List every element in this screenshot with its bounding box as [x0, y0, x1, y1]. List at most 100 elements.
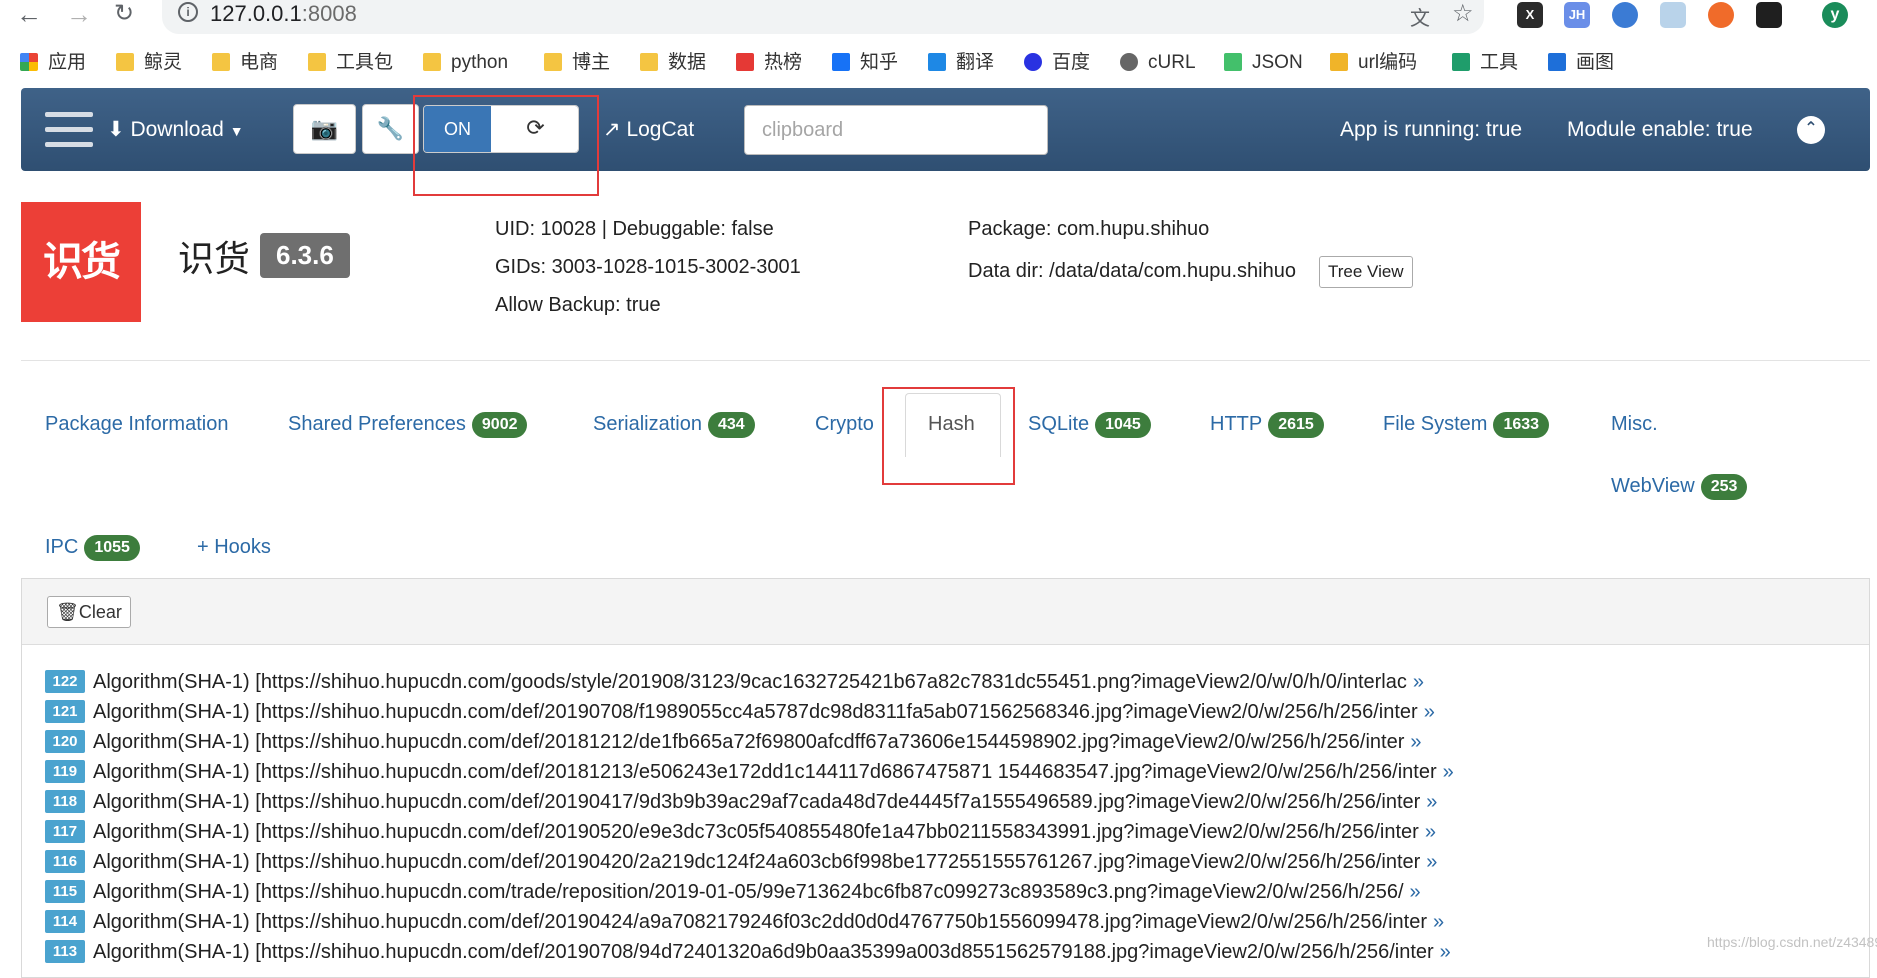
expand-link[interactable]: » — [1426, 851, 1437, 873]
browser-toolbar: ← → ↻ i 127.0.0.1:8008 文 ☆ X JH y — [0, 0, 1877, 34]
camera-icon: 📷 — [310, 116, 339, 141]
bookmark-gongjubao[interactable]: 工具包 — [308, 50, 393, 76]
count-badge: 9002 — [471, 412, 528, 438]
profile-avatar[interactable]: y — [1822, 2, 1848, 28]
log-index-badge: 120 — [45, 730, 85, 753]
annotation-box-toggle — [413, 95, 599, 196]
expand-link[interactable]: » — [1413, 671, 1424, 693]
bookmark-gongju[interactable]: 工具 — [1452, 50, 1518, 76]
lifebuoy-extension-icon[interactable] — [1708, 2, 1734, 28]
bookmark-jingling[interactable]: 鲸灵 — [116, 50, 182, 76]
json-icon — [1224, 53, 1242, 71]
bookmark-shuju[interactable]: 数据 — [640, 50, 706, 76]
folder-icon — [423, 53, 441, 71]
translate-icon[interactable]: 文 — [1410, 2, 1430, 31]
x-extension-icon[interactable]: X — [1517, 2, 1543, 28]
bookmark-python[interactable]: python — [423, 50, 508, 76]
expand-link[interactable]: » — [1440, 941, 1451, 963]
clear-button[interactable]: 🗑Clear — [47, 596, 131, 628]
app-logo: 识货 — [21, 202, 141, 322]
tool-icon — [1452, 53, 1470, 71]
folder-icon — [308, 53, 326, 71]
app-version-badge: 6.3.6 — [260, 233, 350, 278]
expand-link[interactable]: » — [1425, 821, 1436, 843]
tab-crypto[interactable]: Crypto — [815, 411, 874, 437]
app-running-status: App is running: true — [1340, 118, 1523, 141]
log-index-badge: 115 — [45, 880, 85, 903]
log-index-badge: 121 — [45, 700, 85, 723]
hamburger-menu-icon[interactable] — [45, 112, 93, 148]
address-bar[interactable]: i 127.0.0.1:8008 文 ☆ — [162, 0, 1484, 34]
globe-icon — [1120, 53, 1138, 71]
expand-link[interactable]: » — [1433, 911, 1444, 933]
bookmark-apps[interactable]: 应用 — [20, 50, 86, 76]
jh-extension-icon[interactable]: JH — [1564, 2, 1590, 28]
allow-backup-info: Allow Backup: true — [495, 294, 661, 316]
tab-shared-preferences[interactable]: Shared Preferences 9002 — [288, 411, 528, 438]
glasses-extension-icon[interactable] — [1756, 2, 1782, 28]
expand-link[interactable]: » — [1410, 731, 1421, 753]
expand-link[interactable]: » — [1443, 761, 1454, 783]
clipboard-input[interactable] — [744, 105, 1048, 155]
uid-info: UID: 10028 | Debuggable: false — [495, 218, 774, 240]
log-index-badge: 117 — [45, 820, 85, 843]
download-menu[interactable]: ⬇ Download ▼ — [107, 116, 244, 145]
tab-file-system[interactable]: File System 1633 — [1383, 411, 1550, 438]
tab-serialization[interactable]: Serialization 434 — [593, 411, 755, 438]
back-arrow-icon[interactable]: ← — [16, 0, 42, 28]
reload-icon[interactable]: ↻ — [114, 0, 134, 28]
bookmark-curl[interactable]: cURL — [1120, 50, 1196, 76]
log-row: 118 Algorithm(SHA-1) [https://shihuo.hupu… — [45, 787, 1437, 817]
expand-link[interactable]: » — [1410, 881, 1421, 903]
log-row: 113 Algorithm(SHA-1) [https://shihuo.hupu… — [45, 937, 1451, 967]
tab-sqlite[interactable]: SQLite 1045 — [1028, 411, 1151, 438]
screenshot-button[interactable]: 📷 — [293, 104, 356, 154]
bookmark-fanyi[interactable]: 翻译 — [928, 50, 994, 76]
info-icon[interactable]: i — [178, 2, 198, 22]
collapse-chevron-up-icon[interactable]: ⌃ — [1797, 116, 1825, 144]
bookmark-zhihu[interactable]: 知乎 — [832, 50, 898, 76]
log-index-badge: 119 — [45, 760, 85, 783]
tab-package-information[interactable]: Package Information — [45, 411, 228, 437]
logcat-link[interactable]: ↗ LogCat — [603, 116, 694, 144]
count-badge: 434 — [707, 412, 755, 438]
tab-http[interactable]: HTTP 2615 — [1210, 411, 1324, 438]
map-extension-icon[interactable] — [1660, 2, 1686, 28]
tab-hash[interactable]: Hash — [928, 411, 975, 437]
data-dir-info: Data dir: /data/data/com.hupu.shihuo — [968, 260, 1296, 282]
app-toolbar: ⬇ Download ▼ 📷 🔧 ON ⟳ ↗ LogCat App is ru… — [21, 88, 1870, 171]
log-index-badge: 122 — [45, 670, 85, 693]
bookmark-json[interactable]: JSON — [1224, 50, 1303, 76]
url-icon — [1330, 53, 1348, 71]
folder-icon — [212, 53, 230, 71]
section-divider — [21, 360, 1870, 361]
tab-add-hooks[interactable]: + Hooks — [197, 534, 271, 560]
star-icon[interactable]: ☆ — [1452, 0, 1474, 28]
bookmark-huatu[interactable]: 画图 — [1548, 50, 1614, 76]
bookmark-dianshang[interactable]: 电商 — [212, 50, 278, 76]
tab-misc[interactable]: Misc. — [1611, 411, 1658, 437]
panel-header: 🗑Clear — [22, 579, 1869, 645]
globe-extension-icon[interactable] — [1612, 2, 1638, 28]
download-icon: ⬇ — [107, 118, 125, 141]
bookmark-rebang[interactable]: 热榜 — [736, 50, 802, 76]
log-row: 116 Algorithm(SHA-1) [https://shihuo.hupu… — [45, 847, 1437, 877]
log-row: 122 Algorithm(SHA-1) [https://shihuo.hupu… — [45, 667, 1424, 697]
bookmark-baidu[interactable]: 百度 — [1024, 50, 1090, 76]
forward-arrow-icon[interactable]: → — [66, 0, 92, 28]
tree-view-button[interactable]: Tree View — [1319, 256, 1413, 288]
bookmark-urlencode[interactable]: url编码 — [1330, 50, 1417, 76]
watermark: https://blog.csdn.net/z434890 — [1707, 934, 1877, 950]
expand-link[interactable]: » — [1424, 701, 1435, 723]
count-badge: 2615 — [1268, 412, 1324, 438]
tab-ipc[interactable]: IPC 1055 — [45, 534, 140, 561]
package-info: Package: com.hupu.shihuo — [968, 218, 1210, 240]
expand-link[interactable]: » — [1426, 791, 1437, 813]
tab-webview[interactable]: WebView 253 — [1611, 473, 1748, 500]
external-link-icon: ↗ — [603, 118, 621, 141]
bookmark-bozhu[interactable]: 博主 — [544, 50, 610, 76]
settings-button[interactable]: 🔧 — [362, 104, 419, 154]
log-row: 114 Algorithm(SHA-1) [https://shihuo.hupu… — [45, 907, 1444, 937]
log-index-badge: 114 — [45, 910, 85, 933]
log-row: 119 Algorithm(SHA-1) [https://shihuo.hupu… — [45, 757, 1454, 787]
